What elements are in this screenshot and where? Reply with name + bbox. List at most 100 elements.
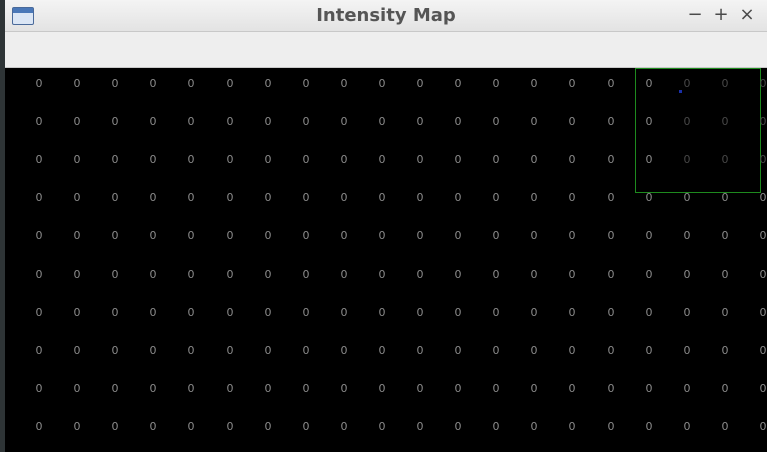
grid-cell[interactable]: 0 [105,191,125,205]
grid-cell[interactable]: 0 [29,115,49,129]
grid-cell[interactable]: 0 [677,229,697,243]
grid-cell[interactable]: 0 [753,268,767,282]
grid-cell[interactable]: 0 [715,153,735,167]
grid-cell[interactable]: 0 [143,77,163,91]
grid-cell[interactable]: 0 [105,382,125,396]
grid-cell[interactable]: 0 [639,191,659,205]
grid-cell[interactable]: 0 [143,420,163,434]
grid-cell[interactable]: 0 [67,77,87,91]
grid-cell[interactable]: 0 [105,420,125,434]
grid-cell[interactable]: 0 [677,306,697,320]
grid-cell[interactable]: 0 [143,306,163,320]
grid-cell[interactable]: 0 [524,268,544,282]
grid-cell[interactable]: 0 [715,268,735,282]
grid-cell[interactable]: 0 [639,153,659,167]
grid-cell[interactable]: 0 [372,153,392,167]
grid-cell[interactable]: 0 [29,268,49,282]
grid-cell[interactable]: 0 [334,268,354,282]
grid-cell[interactable]: 0 [334,382,354,396]
grid-cell[interactable]: 0 [220,191,240,205]
grid-cell[interactable]: 0 [639,382,659,396]
grid-cell[interactable]: 0 [29,229,49,243]
grid-cell[interactable]: 0 [410,420,430,434]
grid-cell[interactable]: 0 [258,306,278,320]
grid-cell[interactable]: 0 [220,153,240,167]
grid-cell[interactable]: 0 [372,420,392,434]
grid-cell[interactable]: 0 [562,268,582,282]
grid-cell[interactable]: 0 [372,115,392,129]
grid-cell[interactable]: 0 [753,153,767,167]
grid-cell[interactable]: 0 [677,191,697,205]
grid-cell[interactable]: 0 [220,77,240,91]
grid-cell[interactable]: 0 [181,420,201,434]
grid-cell[interactable]: 0 [334,344,354,358]
grid-cell[interactable]: 0 [220,229,240,243]
grid-cell[interactable]: 0 [105,306,125,320]
grid-cell[interactable]: 0 [562,344,582,358]
grid-cell[interactable]: 0 [220,268,240,282]
grid-cell[interactable]: 0 [448,306,468,320]
grid-cell[interactable]: 0 [181,344,201,358]
grid-cell[interactable]: 0 [562,77,582,91]
grid-cell[interactable]: 0 [448,153,468,167]
grid-cell[interactable]: 0 [220,420,240,434]
grid-cell[interactable]: 0 [372,77,392,91]
grid-cell[interactable]: 0 [334,229,354,243]
grid-cell[interactable]: 0 [372,268,392,282]
grid-cell[interactable]: 0 [67,268,87,282]
grid-cell[interactable]: 0 [410,344,430,358]
grid-cell[interactable]: 0 [562,153,582,167]
grid-cell[interactable]: 0 [220,306,240,320]
grid-cell[interactable]: 0 [410,268,430,282]
grid-cell[interactable]: 0 [639,77,659,91]
grid-cell[interactable]: 0 [677,420,697,434]
grid-cell[interactable]: 0 [296,306,316,320]
grid-cell[interactable]: 0 [105,268,125,282]
grid-cell[interactable]: 0 [220,344,240,358]
grid-cell[interactable]: 0 [486,77,506,91]
close-icon[interactable]: × [736,3,758,27]
grid-cell[interactable]: 0 [143,344,163,358]
grid-cell[interactable]: 0 [258,77,278,91]
grid-cell[interactable]: 0 [486,382,506,396]
grid-cell[interactable]: 0 [715,344,735,358]
grid-cell[interactable]: 0 [67,191,87,205]
grid-cell[interactable]: 0 [181,153,201,167]
grid-cell[interactable]: 0 [524,306,544,320]
grid-cell[interactable]: 0 [486,420,506,434]
grid-cell[interactable]: 0 [601,153,621,167]
grid-cell[interactable]: 0 [67,344,87,358]
grid-cell[interactable]: 0 [372,229,392,243]
grid-cell[interactable]: 0 [601,115,621,129]
grid-cell[interactable]: 0 [715,229,735,243]
grid-cell[interactable]: 0 [601,268,621,282]
grid-cell[interactable]: 0 [448,77,468,91]
grid-cell[interactable]: 0 [601,344,621,358]
grid-cell[interactable]: 0 [639,344,659,358]
title-bar[interactable]: Intensity Map − + × [5,0,767,32]
grid-cell[interactable]: 0 [67,420,87,434]
grid-cell[interactable]: 0 [562,420,582,434]
grid-cell[interactable]: 0 [296,191,316,205]
grid-cell[interactable]: 0 [258,420,278,434]
grid-cell[interactable]: 0 [29,420,49,434]
grid-cell[interactable]: 0 [715,77,735,91]
grid-cell[interactable]: 0 [524,153,544,167]
grid-cell[interactable]: 0 [258,382,278,396]
grid-cell[interactable]: 0 [258,191,278,205]
grid-cell[interactable]: 0 [677,344,697,358]
grid-cell[interactable]: 0 [410,115,430,129]
grid-cell[interactable]: 0 [486,306,506,320]
grid-cell[interactable]: 0 [601,77,621,91]
grid-cell[interactable]: 0 [448,344,468,358]
grid-cell[interactable]: 0 [410,382,430,396]
grid-cell[interactable]: 0 [562,115,582,129]
grid-cell[interactable]: 0 [677,77,697,91]
grid-cell[interactable]: 0 [143,382,163,396]
grid-cell[interactable]: 0 [143,115,163,129]
grid-cell[interactable]: 0 [105,153,125,167]
grid-cell[interactable]: 0 [29,153,49,167]
grid-cell[interactable]: 0 [639,306,659,320]
grid-cell[interactable]: 0 [639,420,659,434]
grid-cell[interactable]: 0 [296,115,316,129]
